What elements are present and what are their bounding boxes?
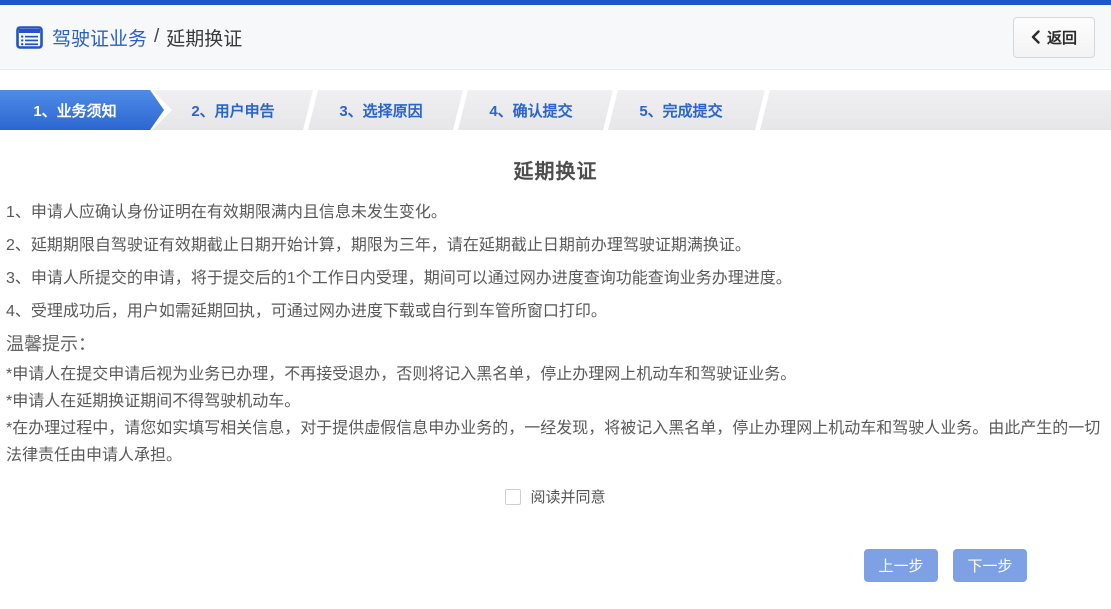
notice-item: 2、延期期限自驾驶证有效期截止日期开始计算，期限为三年，请在延期截止日期前办理驾… [6,229,1105,262]
agreement-row: 阅读并同意 [0,486,1111,507]
step-separator [755,90,770,130]
chevron-left-icon [1031,30,1040,44]
tips-list: *申请人在提交申请后视为业务已办理，不再接受退办，否则将记入黑名单，停止办理网上… [0,361,1111,469]
step-tab-3-select-reason[interactable]: 3、选择原因 [306,90,456,130]
step-progress-bar: 1、业务须知 2、用户申告 3、选择原因 4、确认提交 5、完成提交 [0,90,1111,130]
notice-item: 1、申请人应确认身份证明在有效期限满内且信息未发生变化。 [6,196,1105,229]
step-tab-1-business-notice[interactable]: 1、业务须知 [0,90,164,130]
back-button-label: 返回 [1047,27,1077,48]
agree-label[interactable]: 阅读并同意 [530,486,605,507]
page-title: 延期换证 [0,155,1111,184]
list-icon [16,26,43,49]
notice-list: 1、申请人应确认身份证明在有效期限满内且信息未发生变化。 2、延期期限自驾驶证有… [0,196,1111,328]
breadcrumb-section[interactable]: 驾驶证业务 [52,24,147,51]
step-label: 1、业务须知 [33,100,116,121]
step-tab-4-confirm-submit[interactable]: 4、确认提交 [456,90,606,130]
step-tab-5-finish-submit[interactable]: 5、完成提交 [606,90,756,130]
prev-step-button[interactable]: 上一步 [864,549,938,582]
footer-actions: 上一步 下一步 [0,549,1111,582]
tip-item: *申请人在提交申请后视为业务已办理，不再接受退办，否则将记入黑名单，停止办理网上… [6,361,1105,388]
notice-item: 4、受理成功后，用户如需延期回执，可通过网办进度下载或自行到车管所窗口打印。 [6,295,1105,328]
step-tab-2-user-declaration[interactable]: 2、用户申告 [158,90,308,130]
notice-item: 3、申请人所提交的申请，将于提交后的1个工作日内受理，期间可以通过网办进度查询功… [6,262,1105,295]
breadcrumb-separator: / [154,26,159,48]
back-button[interactable]: 返回 [1013,17,1095,58]
breadcrumb-current: 延期换证 [166,24,242,51]
next-step-button[interactable]: 下一步 [953,549,1027,582]
tip-item: *申请人在延期换证期间不得驾驶机动车。 [6,388,1105,415]
tips-heading: 温馨提示： [0,328,1111,361]
page-header: 驾驶证业务 / 延期换证 返回 [0,5,1111,70]
tip-item: *在办理过程中，请您如实填写相关信息，对于提供虚假信息申办业务的，一经发现，将被… [6,415,1105,469]
agree-checkbox[interactable] [505,489,521,505]
